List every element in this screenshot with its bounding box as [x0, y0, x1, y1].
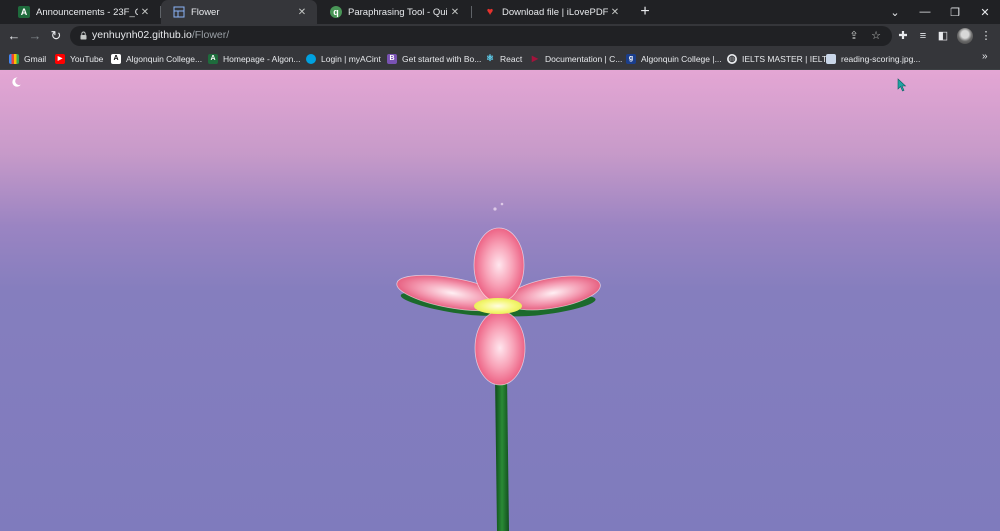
youtube-icon: ▶: [55, 53, 65, 64]
bookmark-reading-scoring[interactable]: reading-scoring.jpg...: [826, 52, 920, 65]
react-icon: ⚛: [485, 53, 495, 63]
tab-announcements[interactable]: A Announcements - 23F_CST8234 ✕: [6, 0, 160, 24]
bookmark-label: Algonquin College |...: [641, 53, 722, 64]
close-window-icon[interactable]: ✕: [970, 0, 1000, 24]
bookmark-label: Get started with Bo...: [402, 53, 482, 64]
bookmarks-overflow-chevron-icon[interactable]: »: [982, 51, 988, 62]
algonquin-a-icon: A: [18, 6, 30, 18]
bookmark-label: Gmail: [24, 53, 47, 64]
tab-label: Flower: [191, 6, 220, 18]
bookmark-myacint[interactable]: Login | myACint: [306, 52, 381, 65]
tab-strip: A Announcements - 23F_CST8234 ✕ Flower ✕…: [0, 0, 1000, 24]
petal-top: [473, 227, 525, 303]
back-arrow-icon[interactable]: ←: [5, 27, 23, 45]
bookmark-label: reading-scoring.jpg...: [841, 53, 921, 64]
minimize-icon[interactable]: —: [910, 0, 940, 24]
side-panel-icon[interactable]: ◧: [936, 29, 950, 43]
close-icon[interactable]: ✕: [448, 7, 462, 18]
quillbot-icon: q: [330, 6, 342, 18]
ilovepdf-heart-icon: ♥: [486, 6, 494, 18]
star-bookmark-icon[interactable]: ☆: [869, 29, 883, 43]
lock-icon[interactable]: [80, 31, 87, 40]
algonquin-g-icon: g: [626, 53, 636, 64]
documentation-icon: ▶: [531, 54, 539, 63]
reading-list-icon[interactable]: ≡: [916, 29, 930, 43]
url-host: yenhuynh02.github.io: [92, 29, 192, 41]
new-tab-button[interactable]: +: [636, 3, 654, 21]
forward-arrow-icon[interactable]: →: [26, 27, 44, 45]
bookmark-algonquin-college-2[interactable]: g Algonquin College |...: [626, 52, 722, 65]
bookmark-ielts-master[interactable]: ◍ IELTS MASTER | IELT...: [727, 52, 833, 65]
algonquin-icon: A: [111, 53, 121, 64]
tab-label: Announcements - 23F_CST8234: [36, 6, 138, 18]
flower-page: [0, 70, 1000, 531]
flower-stem: [495, 375, 509, 531]
extensions-puzzle-icon[interactable]: ✚: [896, 29, 910, 43]
url-text[interactable]: yenhuynh02.github.io/Flower/: [92, 29, 229, 41]
bookmark-label: Homepage - Algon...: [223, 53, 301, 64]
tab-label: Paraphrasing Tool - QuillBot AI: [348, 6, 448, 18]
sparkle-dot: [493, 207, 497, 211]
bookmark-algonquin-college[interactable]: A Algonquin College...: [111, 52, 202, 65]
image-file-icon: [826, 53, 836, 64]
gmail-icon: [9, 53, 19, 64]
tab-label: Download file | iLovePDF: [502, 6, 608, 18]
close-icon[interactable]: ✕: [608, 7, 622, 18]
bootstrap-icon: B: [387, 53, 397, 64]
bookmark-label: IELTS MASTER | IELT...: [742, 53, 834, 64]
bookmark-documentation[interactable]: ▶ Documentation | C...: [530, 52, 622, 65]
tab-ilovepdf[interactable]: ♥ Download file | iLovePDF ✕: [472, 0, 630, 24]
sparkle-dot: [500, 202, 504, 206]
close-icon[interactable]: ✕: [295, 7, 309, 18]
bookmarks-bar: Gmail ▶ YouTube A Algonquin College... A…: [0, 48, 1000, 70]
bookmark-label: Algonquin College...: [126, 53, 203, 64]
address-bar[interactable]: yenhuynh02.github.io/Flower/ ⇪ ☆: [70, 26, 892, 46]
kebab-menu-icon[interactable]: ⋮: [979, 29, 993, 43]
close-icon[interactable]: ✕: [138, 7, 152, 18]
petal-bottom: [474, 310, 526, 386]
tab-quillbot[interactable]: q Paraphrasing Tool - QuillBot AI ✕: [318, 0, 470, 24]
share-icon[interactable]: ⇪: [847, 29, 861, 43]
bookmark-gmail[interactable]: Gmail: [9, 52, 46, 65]
flower-illustration: [396, 202, 601, 531]
globe-icon: ◍: [727, 53, 737, 64]
bookmark-react[interactable]: ⚛ React: [485, 52, 522, 65]
flower-center: [474, 298, 522, 314]
bookmark-bootstrap[interactable]: B Get started with Bo...: [387, 52, 481, 65]
tab-search-chevron-icon[interactable]: ⌄: [880, 0, 910, 24]
mouse-cursor-icon: [897, 78, 907, 92]
bookmark-label: Documentation | C...: [545, 53, 623, 64]
url-path: /Flower/: [191, 29, 230, 41]
reload-icon[interactable]: ↻: [47, 27, 65, 45]
bookmark-label: YouTube: [70, 53, 104, 64]
bookmark-homepage-algonquin[interactable]: A Homepage - Algon...: [208, 52, 301, 65]
cloud-icon: [306, 53, 316, 64]
bookmark-label: React: [500, 53, 523, 64]
profile-avatar[interactable]: [957, 28, 973, 44]
restore-icon[interactable]: ❐: [940, 0, 970, 24]
bookmark-youtube[interactable]: ▶ YouTube: [55, 52, 103, 65]
browser-toolbar: ← → ↻ yenhuynh02.github.io/Flower/ ⇪ ☆ ✚…: [0, 24, 1000, 48]
algonquin-a-icon: A: [208, 53, 218, 64]
bookmark-label: Login | myACint: [321, 53, 381, 64]
grid-page-icon: [173, 6, 185, 18]
tab-flower[interactable]: Flower ✕: [161, 0, 317, 24]
